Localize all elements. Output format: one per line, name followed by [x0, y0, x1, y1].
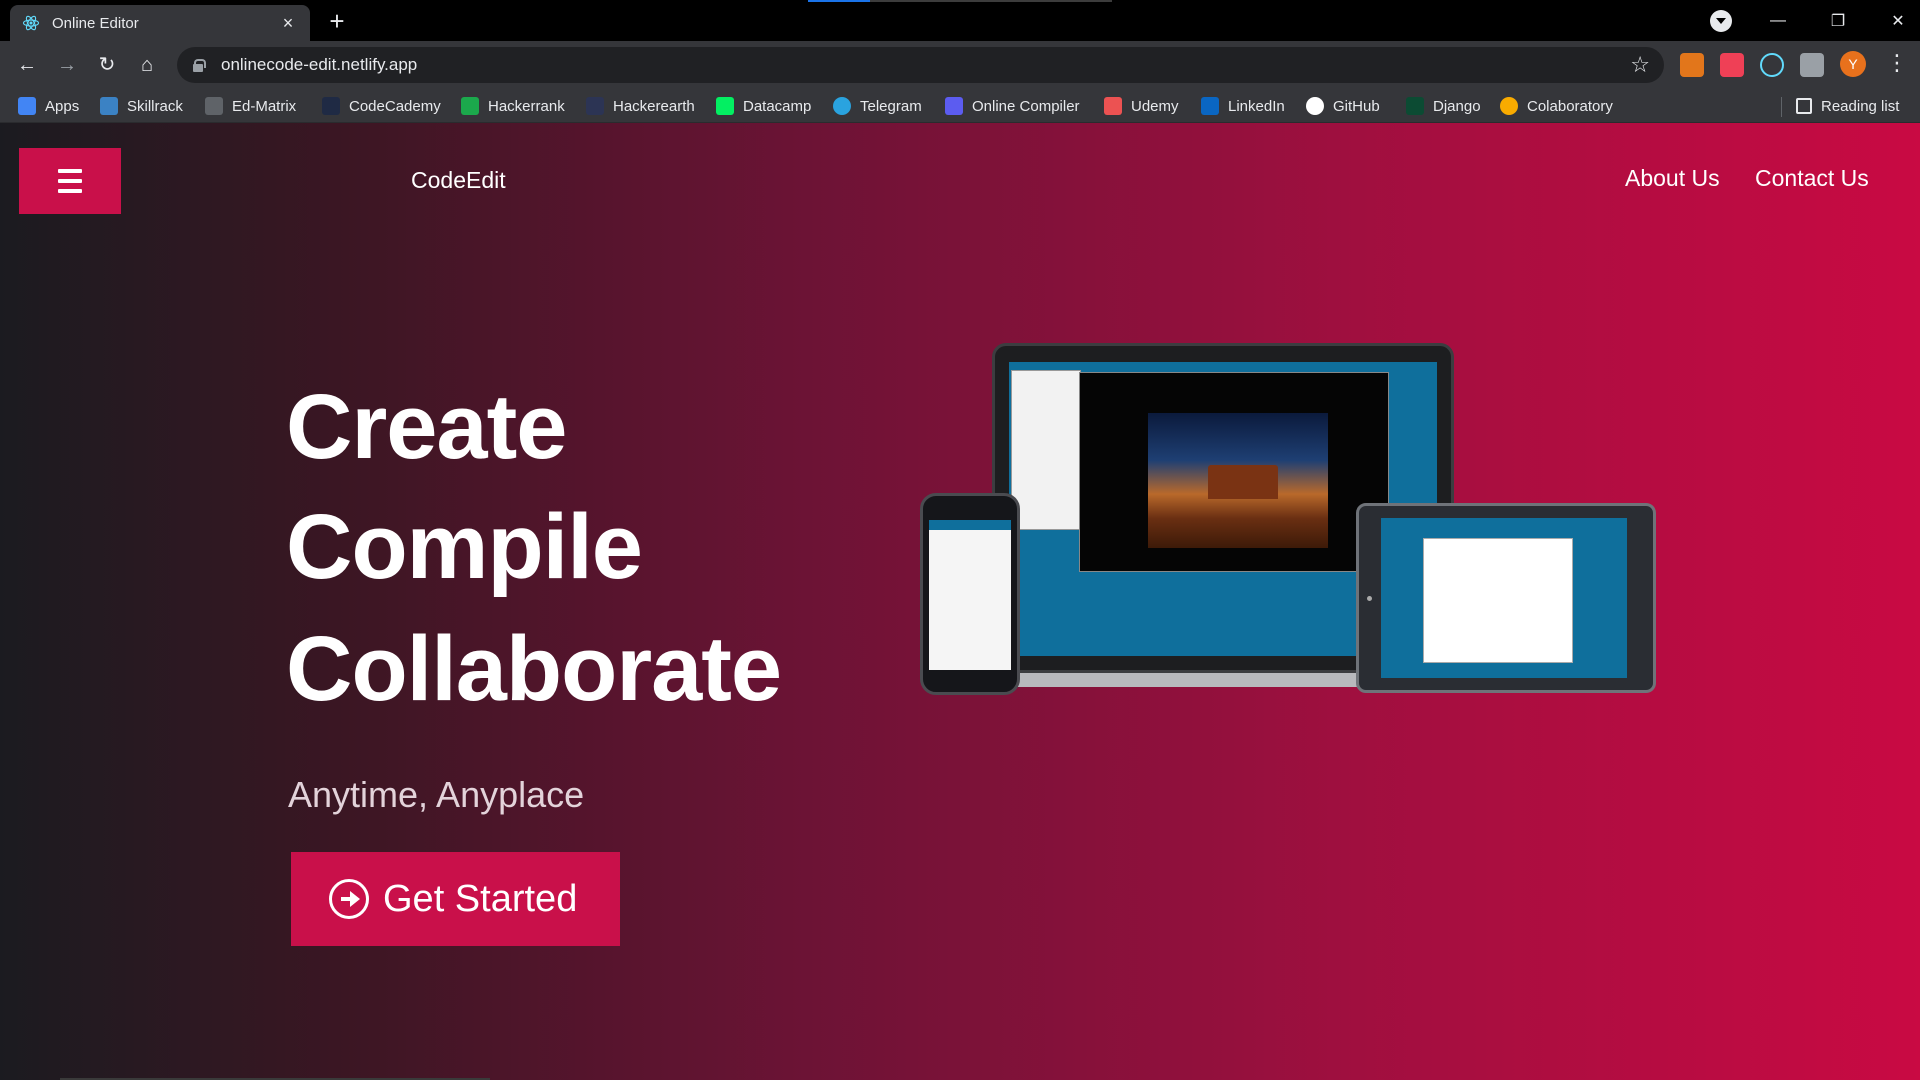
- minimize-button[interactable]: —: [1748, 12, 1808, 30]
- bookmarks-bar: Apps Skillrack Ed-Matrix CodeCademy Hack…: [0, 89, 1920, 123]
- browser-toolbar: ← → ↻ ⌂ onlinecode-edit.netlify.app ☆ Y …: [0, 41, 1920, 89]
- browser-menu-icon[interactable]: ⋮: [1886, 51, 1908, 77]
- home-button[interactable]: ⌂: [132, 50, 162, 80]
- nav-about-us[interactable]: About Us: [1625, 165, 1720, 192]
- bookmark-apps[interactable]: Apps: [18, 89, 79, 123]
- apps-grid-icon: [18, 97, 36, 115]
- django-icon: [1406, 97, 1424, 115]
- address-bar[interactable]: onlinecode-edit.netlify.app ☆: [177, 47, 1664, 83]
- desert-photo: [1148, 413, 1328, 548]
- bookmark-linkedin[interactable]: LinkedIn: [1201, 89, 1285, 123]
- tablet-illustration: [1356, 503, 1656, 693]
- close-window-button[interactable]: ✕: [1868, 11, 1920, 31]
- skillrack-icon: [100, 97, 118, 115]
- hamburger-line-icon: [58, 189, 82, 193]
- hero-tagline: Anytime, Anyplace: [288, 774, 585, 815]
- browser-tab-active[interactable]: Online Editor ×: [10, 5, 310, 41]
- get-started-label: Get Started: [383, 877, 578, 920]
- bookmark-udemy[interactable]: Udemy: [1104, 89, 1179, 123]
- arrow-circle-right-icon: [329, 879, 369, 919]
- browser-tab-strip: Online Editor × + — ❐ ✕: [0, 0, 1920, 41]
- spreadsheet-window: [1423, 538, 1573, 663]
- udemy-icon: [1104, 97, 1122, 115]
- lightning-icon: [945, 97, 963, 115]
- datacamp-icon: [716, 97, 734, 115]
- new-tab-button[interactable]: +: [322, 7, 352, 37]
- hero-line-collaborate: Collaborate: [286, 618, 782, 720]
- restore-button[interactable]: ❐: [1808, 11, 1868, 31]
- bookmark-telegram[interactable]: Telegram: [833, 89, 922, 123]
- hamburger-line-icon: [58, 169, 82, 173]
- codecademy-icon: [322, 97, 340, 115]
- phone-illustration: [920, 493, 1020, 695]
- page-hero: CodeEdit About Us Contact Us Create Comp…: [0, 123, 1920, 1080]
- reload-button[interactable]: ↻: [92, 50, 122, 80]
- bookmark-hackerearth[interactable]: Hackerearth: [586, 89, 695, 123]
- hamburger-line-icon: [58, 179, 82, 183]
- telegram-icon: [833, 97, 851, 115]
- bookmark-colaboratory[interactable]: Colaboratory: [1500, 89, 1613, 123]
- site-brand[interactable]: CodeEdit: [411, 167, 506, 194]
- linkedin-icon: [1201, 97, 1219, 115]
- profile-avatar[interactable]: Y: [1840, 51, 1866, 77]
- bookmark-skillrack[interactable]: Skillrack: [100, 89, 183, 123]
- get-started-button[interactable]: Get Started: [291, 852, 620, 946]
- back-button[interactable]: ←: [12, 50, 42, 80]
- loading-indicator: [808, 0, 1112, 2]
- reading-list-button[interactable]: Reading list: [1796, 89, 1899, 123]
- react-favicon-icon: [22, 15, 40, 31]
- hackerrank-icon: [461, 97, 479, 115]
- bookmark-online-compiler[interactable]: Online Compiler: [945, 89, 1080, 123]
- bookmark-hackerrank[interactable]: Hackerrank: [461, 89, 565, 123]
- window-controls: — ❐ ✕: [1748, 0, 1920, 41]
- hackerearth-icon: [586, 97, 604, 115]
- hamburger-menu-button[interactable]: [19, 148, 121, 214]
- tab-title: Online Editor: [52, 14, 139, 32]
- devices-illustration: [920, 343, 1660, 703]
- react-devtools-extension-icon[interactable]: [1760, 53, 1784, 77]
- hero-line-compile: Compile: [286, 496, 643, 598]
- hero-line-create: Create: [286, 376, 567, 478]
- extensions-puzzle-icon[interactable]: [1800, 53, 1824, 77]
- bookmark-github[interactable]: GitHub: [1306, 89, 1380, 123]
- lock-icon[interactable]: [193, 58, 206, 72]
- bookmark-edmatrix[interactable]: Ed-Matrix: [205, 89, 296, 123]
- forward-button[interactable]: →: [52, 50, 82, 80]
- bookmark-datacamp[interactable]: Datacamp: [716, 89, 811, 123]
- tab-close-icon[interactable]: ×: [278, 13, 298, 33]
- reading-list-icon: [1796, 98, 1812, 114]
- url-text[interactable]: onlinecode-edit.netlify.app: [221, 55, 417, 75]
- bookmark-codecademy[interactable]: CodeCademy: [322, 89, 441, 123]
- metamask-extension-icon[interactable]: [1680, 53, 1704, 77]
- pocket-extension-icon[interactable]: [1720, 53, 1744, 77]
- nav-contact-us[interactable]: Contact Us: [1755, 165, 1869, 192]
- bookmark-django[interactable]: Django: [1406, 89, 1481, 123]
- bookmark-star-icon[interactable]: ☆: [1630, 52, 1650, 78]
- github-icon: [1306, 97, 1324, 115]
- colab-icon: [1500, 97, 1518, 115]
- tab-search-icon[interactable]: [1710, 10, 1732, 32]
- edmatrix-icon: [205, 97, 223, 115]
- bookmarks-divider: [1781, 97, 1782, 117]
